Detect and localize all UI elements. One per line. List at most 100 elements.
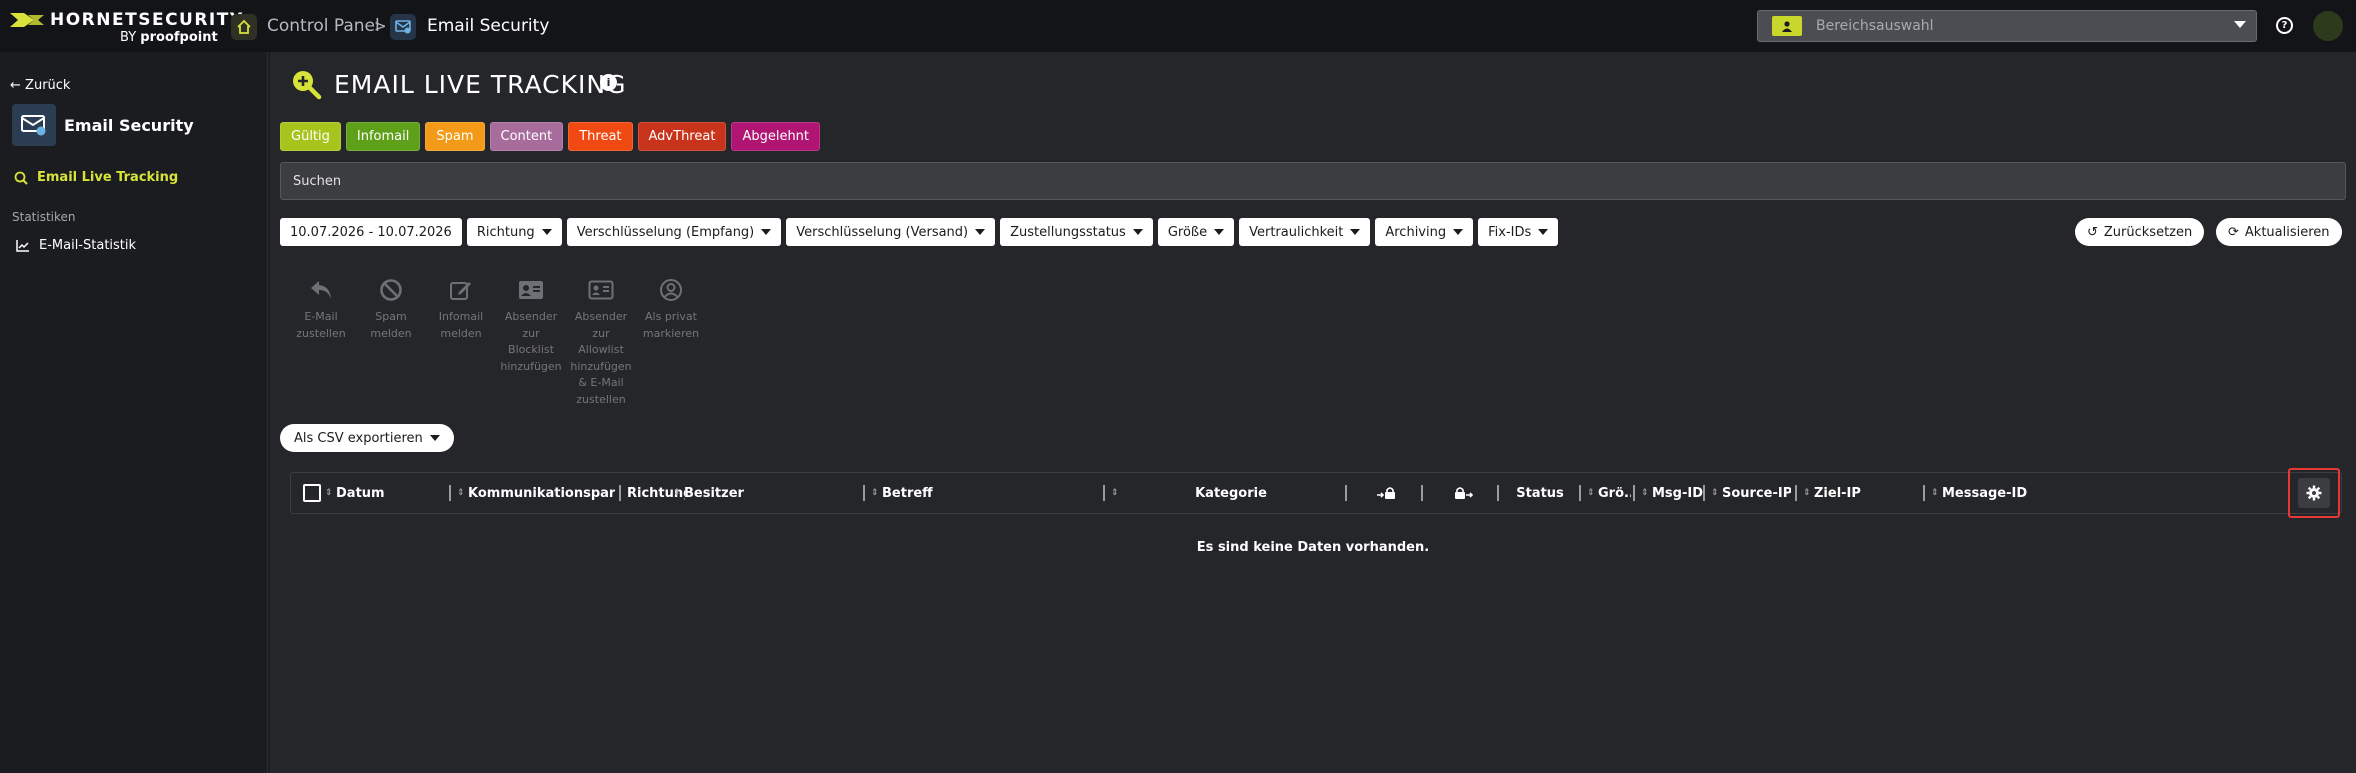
column-header-besitzer[interactable]: ⇕ Besitzer bbox=[673, 473, 833, 513]
table-header: ⇕Datum ⇕Kommunikationspartner Richtung ⇕… bbox=[290, 472, 2342, 514]
filter-richtung[interactable]: Richtung bbox=[466, 218, 562, 246]
column-header-message-id[interactable]: ⇕ Message-ID bbox=[1931, 473, 2041, 513]
column-settings-highlight bbox=[2288, 468, 2340, 518]
column-separator[interactable] bbox=[1703, 485, 1705, 501]
brand-name: HORNETSECURITY bbox=[50, 10, 244, 30]
column-header-ziel-ip[interactable]: ⇕ Ziel-IP bbox=[1803, 473, 1893, 513]
column-separator[interactable] bbox=[1103, 485, 1105, 501]
column-separator[interactable] bbox=[1923, 485, 1925, 501]
lock-outbound-icon bbox=[1455, 487, 1473, 499]
filter-vertraulichkeit[interactable]: Vertraulichkeit bbox=[1239, 218, 1371, 246]
ban-icon bbox=[377, 276, 405, 304]
column-separator[interactable] bbox=[1345, 485, 1347, 501]
gear-icon bbox=[2306, 485, 2322, 501]
category-button-gueltig[interactable]: Gültig bbox=[280, 122, 341, 151]
search-icon bbox=[14, 171, 28, 185]
reset-button[interactable]: ↺ Zurücksetzen bbox=[2075, 218, 2205, 246]
column-separator[interactable] bbox=[619, 485, 621, 501]
column-header-empty[interactable]: ⇕ bbox=[1111, 473, 1125, 513]
category-button-threat[interactable]: Threat bbox=[568, 122, 633, 151]
filter-verschluesselung-empfang[interactable]: Verschlüsselung (Empfang) bbox=[566, 218, 782, 246]
search-input[interactable]: Suchen bbox=[280, 162, 2346, 200]
caret-down-icon bbox=[975, 229, 986, 235]
action-add-sender-blocklist[interactable]: Absender zur Blocklist hinzufügen bbox=[498, 276, 564, 408]
caret-down-icon bbox=[429, 435, 440, 441]
back-link[interactable]: ← Zurück bbox=[10, 78, 70, 93]
column-header-msg-id[interactable]: ⇕ Msg-ID bbox=[1641, 473, 1703, 513]
id-card-icon bbox=[517, 276, 545, 304]
category-button-advthreat[interactable]: AdvThreat bbox=[637, 122, 727, 151]
email-security-icon[interactable] bbox=[390, 14, 416, 40]
reply-icon bbox=[307, 276, 335, 304]
search-placeholder: Suchen bbox=[293, 174, 342, 189]
select-all-checkbox[interactable] bbox=[303, 484, 321, 502]
help-icon[interactable]: ? bbox=[2276, 17, 2293, 34]
house-icon[interactable] bbox=[231, 14, 257, 40]
sidebar-item-email-live-tracking[interactable]: Email Live Tracking bbox=[14, 170, 178, 185]
avatar[interactable] bbox=[2313, 11, 2343, 41]
info-icon[interactable]: i bbox=[600, 74, 617, 91]
caret-down-icon bbox=[1214, 229, 1225, 235]
breadcrumb-separator: > bbox=[374, 17, 387, 35]
filter-archiving[interactable]: Archiving bbox=[1375, 218, 1474, 246]
empty-table-message: Es sind keine Daten vorhanden. bbox=[1196, 540, 1430, 555]
column-header-source-ip[interactable]: ⇕ Source-IP bbox=[1711, 473, 1791, 513]
action-report-infomail[interactable]: Infomail melden bbox=[428, 276, 494, 408]
column-header-kategorie[interactable]: Kategorie bbox=[1131, 473, 1331, 513]
search-plus-icon bbox=[293, 71, 322, 100]
filter-verschluesselung-versand[interactable]: Verschlüsselung (Versand) bbox=[786, 218, 996, 246]
lock-inbound-icon bbox=[1377, 487, 1395, 499]
category-button-abgelehnt[interactable]: Abgelehnt bbox=[731, 122, 821, 151]
refresh-button[interactable]: ⟳ Aktualisieren bbox=[2216, 218, 2342, 246]
action-toolbar: E-Mail zustellen Spam melden Infomail melde… bbox=[288, 276, 704, 408]
column-header-status[interactable]: Status bbox=[1505, 473, 1575, 513]
column-header-encryption-receive[interactable] bbox=[1377, 473, 1401, 513]
filter-groesse[interactable]: Größe bbox=[1157, 218, 1235, 246]
column-settings-button[interactable] bbox=[2298, 478, 2330, 508]
action-add-sender-allowlist[interactable]: Absender zur Allowlist hinzufügen & E-Mail zu… bbox=[568, 276, 634, 408]
column-header-kommunikationspartner[interactable]: ⇕Kommunikationspartner bbox=[457, 473, 615, 513]
column-separator[interactable] bbox=[1633, 485, 1635, 501]
hornetsecurity-logo[interactable]: HORNETSECURITY BY proofpoint bbox=[10, 9, 242, 45]
column-separator[interactable] bbox=[1497, 485, 1499, 501]
filter-zustellungsstatus[interactable]: Zustellungsstatus bbox=[1000, 218, 1153, 246]
category-button-spam[interactable]: Spam bbox=[425, 122, 485, 151]
filter-fix-ids[interactable]: Fix-IDs bbox=[1478, 218, 1559, 246]
sidebar: ← Zurück Email Security Email Live Track… bbox=[0, 52, 268, 773]
hornet-logo-icon bbox=[10, 13, 44, 27]
column-header-encryption-send[interactable] bbox=[1453, 473, 1477, 513]
column-header-betreff[interactable]: ⇕ Betreff bbox=[871, 473, 1091, 513]
module-title: Email Security bbox=[64, 116, 194, 135]
column-separator[interactable] bbox=[1579, 485, 1581, 501]
sort-icon: ⇕ bbox=[1111, 488, 1119, 498]
sidebar-section-statistics: Statistiken bbox=[12, 210, 76, 224]
undo-icon: ↺ bbox=[2087, 224, 2098, 240]
sidebar-item-email-statistics[interactable]: E-Mail-Statistik bbox=[16, 238, 136, 253]
sort-icon: ⇕ bbox=[871, 488, 879, 498]
caret-down-icon bbox=[1350, 229, 1361, 235]
category-filter-buttons: Gültig Infomail Spam Content Threat AdvT… bbox=[280, 122, 821, 151]
caret-down-icon bbox=[1538, 229, 1549, 235]
column-header-datum[interactable]: ⇕ Datum bbox=[325, 473, 445, 513]
column-separator[interactable] bbox=[1795, 485, 1797, 501]
area-select[interactable]: Bereichsauswahl bbox=[1757, 10, 2257, 42]
category-button-infomail[interactable]: Infomail bbox=[345, 122, 421, 151]
sort-icon: ⇕ bbox=[1803, 488, 1811, 498]
breadcrumb-control-panel[interactable]: Control Panel bbox=[267, 16, 380, 36]
sidebar-item-label: Email Live Tracking bbox=[37, 170, 179, 185]
csv-export-button[interactable]: Als CSV exportieren bbox=[280, 424, 454, 452]
column-separator[interactable] bbox=[863, 485, 865, 501]
edit-icon bbox=[447, 276, 475, 304]
action-deliver-email[interactable]: E-Mail zustellen bbox=[288, 276, 354, 408]
action-mark-private[interactable]: Als privat markieren bbox=[638, 276, 704, 408]
category-button-content[interactable]: Content bbox=[489, 122, 564, 151]
caret-down-icon bbox=[1132, 229, 1143, 235]
sidebar-item-label: E-Mail-Statistik bbox=[39, 238, 137, 253]
column-separator[interactable] bbox=[1421, 485, 1423, 501]
column-header-groesse[interactable]: ⇕Grö... bbox=[1587, 473, 1631, 513]
sort-icon: ⇕ bbox=[1931, 488, 1939, 498]
action-report-spam[interactable]: Spam melden bbox=[358, 276, 424, 408]
id-card-outline-icon bbox=[587, 276, 615, 304]
column-separator[interactable] bbox=[449, 485, 451, 501]
date-range-filter[interactable]: 10.07.2026 - 10.07.2026 bbox=[280, 218, 462, 246]
